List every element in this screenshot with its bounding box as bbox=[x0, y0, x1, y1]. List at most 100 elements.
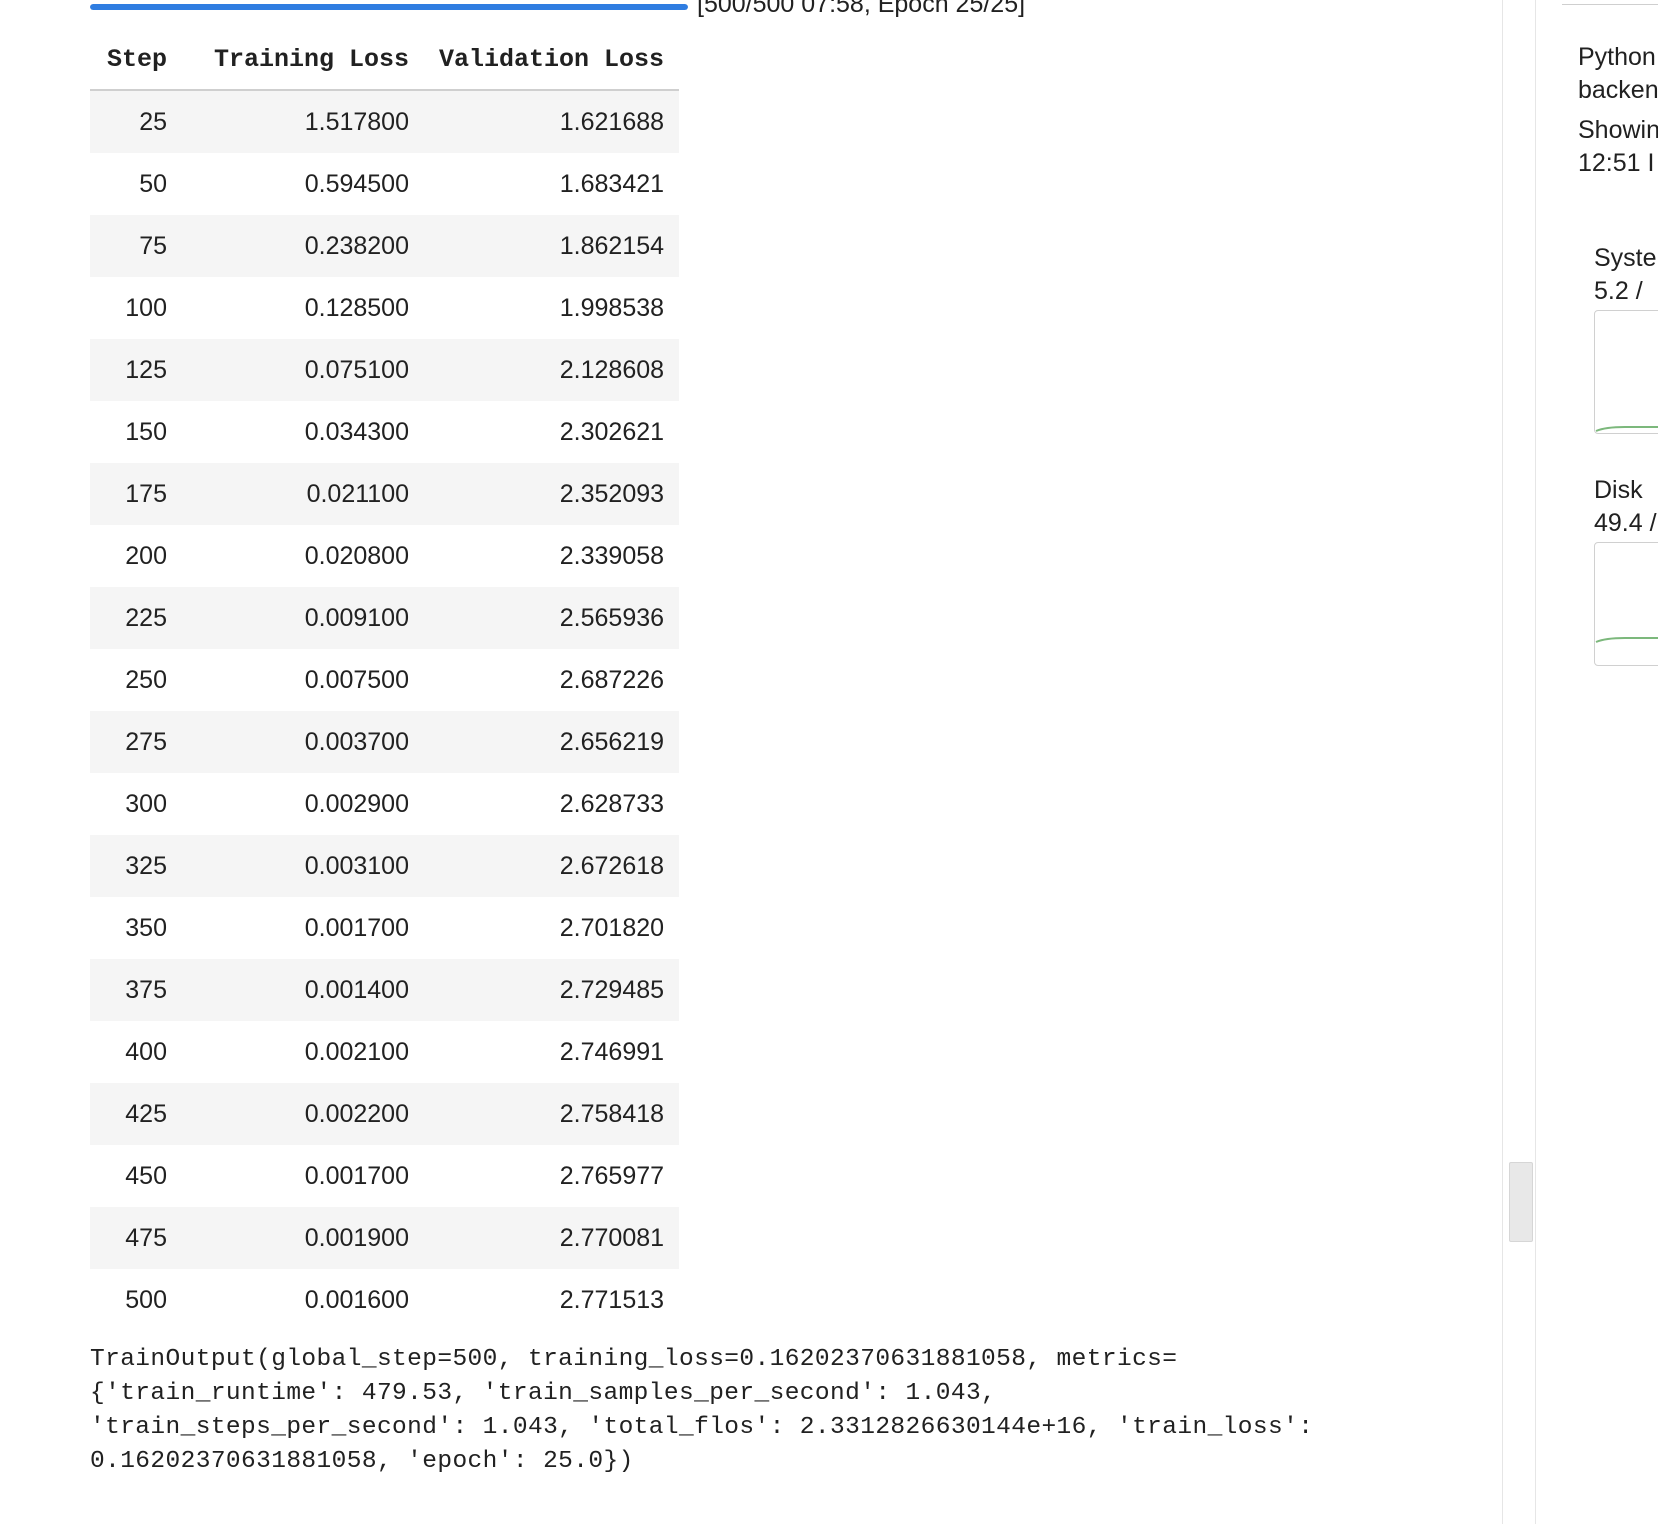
cell-training-loss: 0.034300 bbox=[304, 417, 409, 446]
table-row: 100 0.128500 1.998538 bbox=[90, 277, 679, 339]
cell-training-loss: 0.002100 bbox=[304, 1037, 409, 1066]
cell-validation-loss: 2.770081 bbox=[559, 1223, 665, 1252]
table-row: 150 0.034300 2.302621 bbox=[90, 401, 679, 463]
progress-status-text: [500/500 07:58, Epoch 25/25] bbox=[697, 0, 1026, 18]
column-header-training-loss: Training Loss bbox=[182, 30, 424, 91]
cell-validation-loss: 2.758418 bbox=[559, 1099, 665, 1128]
cell-training-loss: 0.001700 bbox=[304, 913, 409, 942]
cell-validation-loss: 2.765977 bbox=[559, 1161, 665, 1190]
system-ram-label: Syste bbox=[1594, 244, 1657, 272]
table-row: 275 0.003700 2.656219 bbox=[90, 711, 680, 773]
table-row: 225 0.009100 2.565936 bbox=[90, 587, 680, 649]
cell-step: 400 bbox=[125, 1037, 167, 1066]
train-output-text: TrainOutput(global_step=500, training_lo… bbox=[90, 1346, 1314, 1475]
table-row: 200 0.020800 2.339058 bbox=[90, 525, 679, 587]
table-row: 125 0.075100 2.128608 bbox=[90, 339, 680, 401]
table-row: 50 0.594500 1.683421 bbox=[90, 153, 679, 215]
cell-step: 325 bbox=[125, 851, 167, 880]
python-backend-text-line2: backen bbox=[1578, 76, 1658, 104]
cell-step: 225 bbox=[125, 603, 167, 632]
cell-step: 125 bbox=[125, 355, 167, 384]
cell-training-loss: 0.002200 bbox=[304, 1099, 409, 1128]
cell-validation-loss: 2.672618 bbox=[559, 851, 665, 880]
cell-validation-loss: 2.128608 bbox=[559, 355, 665, 384]
scrollbar-thumb[interactable] bbox=[1509, 1162, 1533, 1242]
resources-side-panel: Python backen Showin 12:51 I Syste 5.2 /… bbox=[1535, 0, 1658, 1524]
cell-step: 300 bbox=[125, 789, 167, 818]
cell-training-loss: 0.238200 bbox=[304, 231, 409, 260]
cell-training-loss: 0.075100 bbox=[304, 355, 409, 384]
cell-training-loss: 0.020800 bbox=[304, 541, 409, 570]
cell-step: 350 bbox=[125, 913, 167, 942]
cell-training-loss: 0.001600 bbox=[304, 1285, 409, 1314]
table-row: 425 0.002200 2.758418 bbox=[90, 1083, 680, 1145]
cell-validation-loss: 2.628733 bbox=[559, 789, 665, 818]
table-row: 375 0.001400 2.729485 bbox=[90, 959, 680, 1021]
cell-step: 275 bbox=[125, 727, 167, 756]
cell-validation-loss: 2.687226 bbox=[559, 665, 665, 694]
cell-step: 175 bbox=[125, 479, 167, 508]
cell-training-loss: 0.009100 bbox=[304, 603, 409, 632]
table-row: 300 0.002900 2.628733 bbox=[90, 773, 679, 835]
cell-step: 75 bbox=[139, 231, 167, 260]
cell-step: 450 bbox=[125, 1161, 167, 1190]
system-ram-chart bbox=[1594, 310, 1658, 434]
cell-validation-loss: 1.998538 bbox=[559, 293, 665, 322]
cell-training-loss: 0.001700 bbox=[304, 1161, 409, 1190]
cell-validation-loss: 1.683421 bbox=[559, 169, 665, 198]
cell-validation-loss: 2.729485 bbox=[559, 975, 665, 1004]
table-row: 350 0.001700 2.701820 bbox=[90, 897, 679, 959]
cell-training-loss: 1.517800 bbox=[304, 107, 409, 136]
cell-output: [500/500 07:58, Epoch 25/25] Step Traini… bbox=[0, 0, 1502, 1524]
cell-validation-loss: 2.302621 bbox=[559, 417, 665, 446]
cell-training-loss: 0.594500 bbox=[304, 169, 409, 198]
cell-validation-loss: 2.656219 bbox=[559, 727, 665, 756]
showing-since-text-line2: 12:51 I bbox=[1578, 149, 1655, 177]
output-scrollbar[interactable] bbox=[1502, 0, 1536, 1524]
panel-divider bbox=[1562, 4, 1658, 5]
cell-validation-loss: 1.862154 bbox=[559, 231, 665, 260]
table-row: 25 1.517800 1.621688 bbox=[90, 90, 680, 153]
cell-step: 500 bbox=[125, 1285, 167, 1314]
training-progress-fill bbox=[90, 4, 688, 10]
training-metrics-table: Step Training Loss Validation Loss 25 1.5… bbox=[90, 30, 680, 1331]
cell-step: 425 bbox=[125, 1099, 167, 1128]
table-row: 450 0.001700 2.765977 bbox=[90, 1145, 679, 1207]
cell-training-loss: 0.003100 bbox=[304, 851, 409, 880]
cell-validation-loss: 2.339058 bbox=[559, 541, 665, 570]
column-header-step: Step bbox=[90, 30, 182, 91]
cell-step: 250 bbox=[125, 665, 167, 694]
cell-training-loss: 0.021100 bbox=[306, 479, 409, 508]
cell-step: 50 bbox=[139, 169, 167, 198]
disk-line bbox=[1595, 637, 1658, 643]
cell-validation-loss: 2.771513 bbox=[559, 1285, 665, 1314]
cell-validation-loss: 2.701820 bbox=[559, 913, 665, 942]
cell-step: 150 bbox=[125, 417, 167, 446]
table-row: 175 0.021100 2.352093 bbox=[90, 463, 680, 525]
cell-step: 100 bbox=[125, 293, 167, 322]
cell-step: 200 bbox=[125, 541, 167, 570]
showing-since-text-line1: Showin bbox=[1578, 116, 1658, 144]
system-ram-value: 5.2 / bbox=[1594, 277, 1643, 305]
table-row: 500 0.001600 2.771513 bbox=[90, 1269, 679, 1331]
cell-training-loss: 0.003700 bbox=[304, 727, 409, 756]
disk-label: Disk bbox=[1594, 476, 1643, 504]
cell-step: 475 bbox=[125, 1223, 167, 1252]
python-backend-text-line1: Python bbox=[1578, 43, 1656, 71]
table-row: 250 0.007500 2.687226 bbox=[90, 649, 679, 711]
training-progress-bar bbox=[90, 4, 688, 10]
disk-value: 49.4 / bbox=[1594, 509, 1657, 537]
table-row: 75 0.238200 1.862154 bbox=[90, 215, 680, 277]
cell-step: 25 bbox=[139, 107, 167, 136]
table-row: 325 0.003100 2.672618 bbox=[90, 835, 680, 897]
cell-validation-loss: 2.565936 bbox=[559, 603, 665, 632]
table-body: 25 1.517800 1.621688 50 0.594500 1.683421 75 0.… bbox=[90, 90, 680, 1331]
cell-training-loss: 0.001900 bbox=[304, 1223, 409, 1252]
cell-validation-loss: 2.746991 bbox=[559, 1037, 665, 1066]
cell-training-loss: 0.128500 bbox=[304, 293, 409, 322]
cell-step: 375 bbox=[125, 975, 167, 1004]
cell-validation-loss: 2.352093 bbox=[559, 479, 665, 508]
cell-training-loss: 0.002900 bbox=[304, 789, 409, 818]
column-header-validation-loss: Validation Loss bbox=[424, 30, 680, 91]
table-row: 475 0.001900 2.770081 bbox=[90, 1207, 680, 1269]
